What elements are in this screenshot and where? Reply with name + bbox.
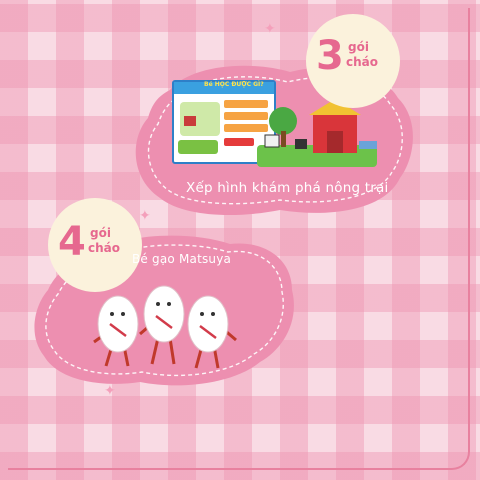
box-title: Bé HỌC ĐƯỢC GÌ? (204, 81, 264, 88)
caption-farm-puzzle: Xếp hình khám phá nông trại (186, 180, 389, 196)
badge-3-number: 3 (316, 33, 344, 79)
farm-scene-image (257, 99, 377, 167)
caption-rice-mascots: Bé gạo Matsuya (132, 252, 232, 266)
sparkle-icon: ✦ (264, 21, 276, 37)
badge-3-unit-bottom: cháo (346, 55, 378, 69)
badge-4-unit-top: gói (90, 226, 111, 240)
badge-4-number: 4 (58, 219, 86, 265)
badge-3-unit-top: gói (348, 40, 369, 54)
badge-4-unit-bottom: cháo (88, 241, 120, 255)
